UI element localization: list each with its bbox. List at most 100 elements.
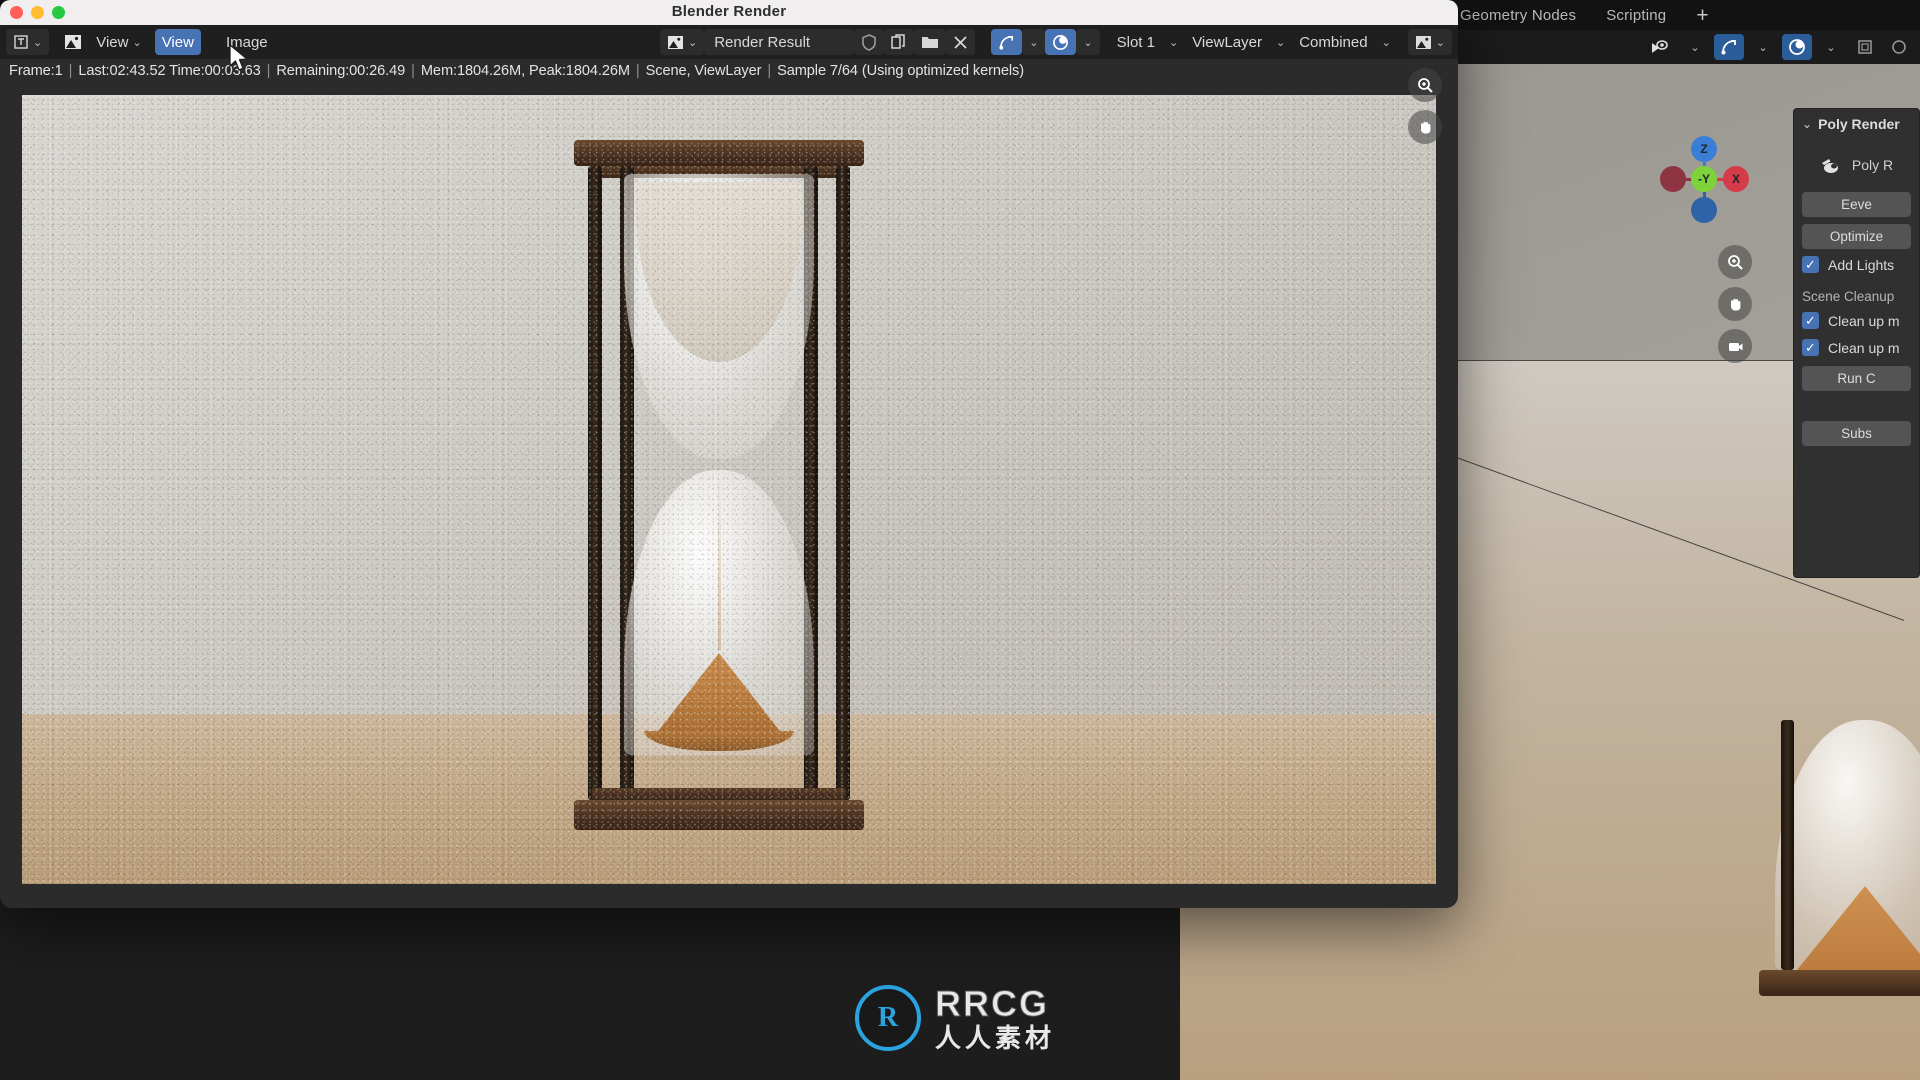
mouse-cursor — [228, 44, 252, 74]
checkbox-icon: ✓ — [1802, 256, 1819, 273]
view-menu-highlighted[interactable]: View — [154, 29, 201, 55]
blender-render-window[interactable]: Blender Render ⌄ View ⌄ View Image ⌄ Ren… — [0, 0, 1458, 908]
clean-up-label-1: Clean up m — [1828, 312, 1900, 329]
slot-label: Slot 1 — [1116, 33, 1155, 51]
render-status-bar: Frame:1 | Last:02:43.52 Time:00:03.63 | … — [0, 59, 1458, 83]
add-lights-label: Add Lights — [1828, 256, 1895, 273]
hourglass-post-left — [588, 166, 602, 800]
status-separator: | — [266, 63, 271, 79]
poly-render-panel: ⌄ Poly Render Poly R Eeve Optimize ✓ Add… — [1793, 108, 1920, 578]
pan-button[interactable] — [1718, 287, 1752, 321]
visibility-dropdown-caret[interactable]: ⌄ — [1680, 34, 1710, 60]
view-layer-caret[interactable]: ⌄ — [1269, 29, 1292, 55]
checkbox-icon: ✓ — [1802, 312, 1819, 329]
optimize-button[interactable]: Optimize — [1802, 224, 1911, 249]
status-separator: | — [767, 63, 772, 79]
image-tools-icon[interactable]: ⌄ — [1407, 29, 1452, 55]
view-menu-image-icon[interactable] — [57, 29, 89, 55]
optimize-row: Optimize — [1794, 224, 1919, 249]
viewport-hourglass-preview — [1759, 720, 1920, 1080]
blender-logo-icon — [1821, 159, 1838, 173]
render-pass-icon[interactable] — [1045, 29, 1077, 55]
window-title: Blender Render — [671, 3, 787, 20]
shading-icon[interactable] — [1782, 34, 1812, 60]
pass-label: Combined — [1299, 33, 1368, 51]
display-channels-icon[interactable] — [991, 29, 1023, 55]
editor-type-icon[interactable]: ⌄ — [6, 29, 50, 55]
zoom-button[interactable] — [1718, 245, 1752, 279]
hourglass-upper-bulb — [624, 174, 814, 459]
gizmo-axis-negy[interactable]: -Y — [1691, 166, 1717, 192]
hourglass-top-cap — [574, 140, 864, 166]
copy-icon[interactable] — [884, 29, 915, 55]
rrcg-logo-icon: R — [855, 985, 921, 1051]
status-memory: Mem:1804.26M, Peak:1804.26M — [420, 63, 630, 79]
watermark: R RRCG 人人素材 — [855, 985, 1055, 1051]
visibility-icon[interactable] — [1644, 34, 1676, 60]
gizmo-axis-z[interactable]: Z — [1691, 136, 1717, 162]
status-remaining: Remaining:00:26.49 — [276, 63, 406, 79]
hourglass-post-right — [836, 166, 850, 800]
subs-button[interactable]: Subs — [1802, 421, 1911, 446]
panel-header[interactable]: ⌄ Poly Render — [1794, 109, 1919, 136]
close-icon[interactable] — [946, 29, 976, 55]
pass-caret[interactable]: ⌄ — [1375, 29, 1398, 55]
status-separator: | — [68, 63, 73, 79]
slot-caret[interactable]: ⌄ — [1162, 29, 1185, 55]
engine-row: Eeve — [1794, 192, 1919, 217]
eevee-button[interactable]: Eeve — [1802, 192, 1911, 217]
pass-selector[interactable]: Combined — [1292, 29, 1374, 55]
add-lights-checkbox[interactable]: ✓ Add Lights — [1794, 256, 1919, 273]
view-menu-highlighted-label: View — [161, 33, 194, 51]
render-window-overlay-buttons — [1408, 68, 1442, 144]
gizmo-axis-negx[interactable] — [1660, 166, 1686, 192]
render-pass-caret[interactable]: ⌄ — [1076, 29, 1100, 55]
workspace-tab-list: Geometry Nodes Scripting + — [1440, 0, 1709, 30]
extra-icon[interactable] — [1884, 34, 1914, 60]
hourglass-bottom-plate — [592, 788, 846, 800]
overlays-icon[interactable] — [1850, 34, 1880, 60]
datablock-name-field[interactable]: Render Result — [704, 29, 855, 55]
snap-icon[interactable] — [1714, 34, 1744, 60]
run-cleanup-row: Run C — [1794, 366, 1919, 391]
view-layer-selector[interactable]: ViewLayer — [1185, 29, 1269, 55]
view-menu-label: View — [96, 33, 129, 51]
view-menu-button[interactable]: View ⌄ — [89, 29, 148, 55]
brand-label: Poly R — [1851, 157, 1894, 173]
shield-icon[interactable] — [854, 29, 885, 55]
clean-up-label-2: Clean up m — [1828, 339, 1900, 356]
view-layer-label: ViewLayer — [1192, 33, 1262, 51]
folder-icon[interactable] — [914, 29, 947, 55]
watermark-text: RRCG 人人素材 — [934, 985, 1056, 1053]
slot-selector[interactable]: Slot 1 — [1110, 29, 1162, 55]
run-cleanup-button[interactable]: Run C — [1802, 366, 1911, 391]
gizmo-axis-negz[interactable] — [1691, 197, 1717, 223]
poly-render-brand: Poly R — [1794, 136, 1919, 192]
clean-up-checkbox-2[interactable]: ✓ Clean up m — [1794, 339, 1919, 356]
hourglass-object — [574, 140, 864, 830]
status-separator: | — [411, 63, 415, 79]
navigation-gizmo[interactable]: Z X -Y — [1645, 120, 1765, 240]
chevron-down-icon: ⌄ — [1802, 117, 1813, 131]
window-titlebar[interactable]: Blender Render — [0, 0, 1458, 25]
camera-button[interactable] — [1718, 329, 1752, 363]
image-editor-header: ⌄ View ⌄ View Image ⌄ Render Result ⌄ ⌄ … — [0, 25, 1458, 59]
pan-button[interactable] — [1408, 110, 1442, 144]
workspace-tab-scripting[interactable]: Scripting — [1606, 7, 1666, 24]
zoom-in-button[interactable] — [1408, 68, 1442, 102]
panel-title: Poly Render — [1818, 116, 1900, 132]
gizmo-axis-x[interactable]: X — [1723, 166, 1749, 192]
scene-cleanup-label: Scene Cleanup — [1802, 289, 1895, 304]
render-result-image[interactable] — [22, 95, 1436, 884]
image-datablock-icon[interactable]: ⌄ — [659, 29, 705, 55]
add-workspace-button[interactable]: + — [1696, 5, 1708, 26]
display-channels-caret[interactable]: ⌄ — [1022, 29, 1046, 55]
watermark-subtitle: 人人素材 — [935, 1022, 1056, 1053]
snap-dropdown-caret[interactable]: ⌄ — [1748, 34, 1778, 60]
shading-dropdown-caret[interactable]: ⌄ — [1816, 34, 1846, 60]
clean-up-checkbox-1[interactable]: ✓ Clean up m — [1794, 312, 1919, 329]
status-frame: Frame:1 — [9, 63, 63, 79]
workspace-tab-geometry-nodes[interactable]: Geometry Nodes — [1460, 7, 1576, 24]
checkbox-icon: ✓ — [1802, 339, 1819, 356]
status-sample: Sample 7/64 (Using optimized kernels) — [777, 63, 1025, 79]
